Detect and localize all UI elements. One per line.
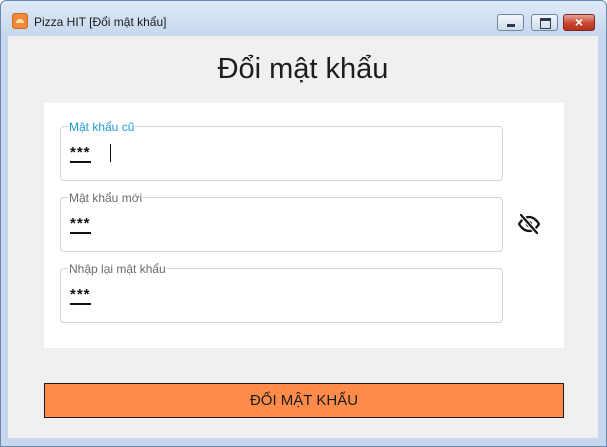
old-password-label: Mật khẩu cũ: [68, 120, 136, 134]
old-password-value[interactable]: ***: [70, 145, 91, 163]
pizza-app-icon[interactable]: [12, 13, 28, 29]
page-title: Đổi mật khẩu: [217, 53, 389, 85]
confirm-password-field[interactable]: Nhập lại mật khẩu ***: [60, 263, 503, 323]
close-button[interactable]: ×: [563, 14, 595, 31]
text-caret: [110, 144, 111, 162]
confirm-password-value[interactable]: ***: [70, 287, 91, 305]
maximize-button[interactable]: [531, 14, 558, 31]
confirm-password-label: Nhập lại mật khẩu: [68, 262, 167, 276]
new-password-field[interactable]: Mật khẩu mới ***: [60, 192, 503, 252]
change-password-button[interactable]: ĐỔI MẬT KHẨU: [44, 383, 564, 418]
form-client-area: Đổi mật khẩu Mật khẩu cũ *** Mật khẩu mớ…: [8, 36, 598, 438]
eye-slash-icon[interactable]: [517, 213, 541, 235]
app-window: Pizza HIT [Đổi mật khẩu] × Đổi mật khẩu …: [0, 0, 607, 447]
close-icon: ×: [574, 14, 584, 30]
new-password-label: Mật khẩu mới: [68, 191, 144, 205]
title-bar[interactable]: Pizza HIT [Đổi mật khẩu] ×: [1, 1, 606, 31]
old-password-field[interactable]: Mật khẩu cũ ***: [60, 121, 503, 181]
window-title: Pizza HIT [Đổi mật khẩu]: [34, 15, 167, 29]
minimize-button[interactable]: [497, 14, 524, 31]
password-panel: Mật khẩu cũ *** Mật khẩu mới *** Nhập lạ…: [44, 103, 564, 348]
new-password-value[interactable]: ***: [70, 216, 91, 234]
